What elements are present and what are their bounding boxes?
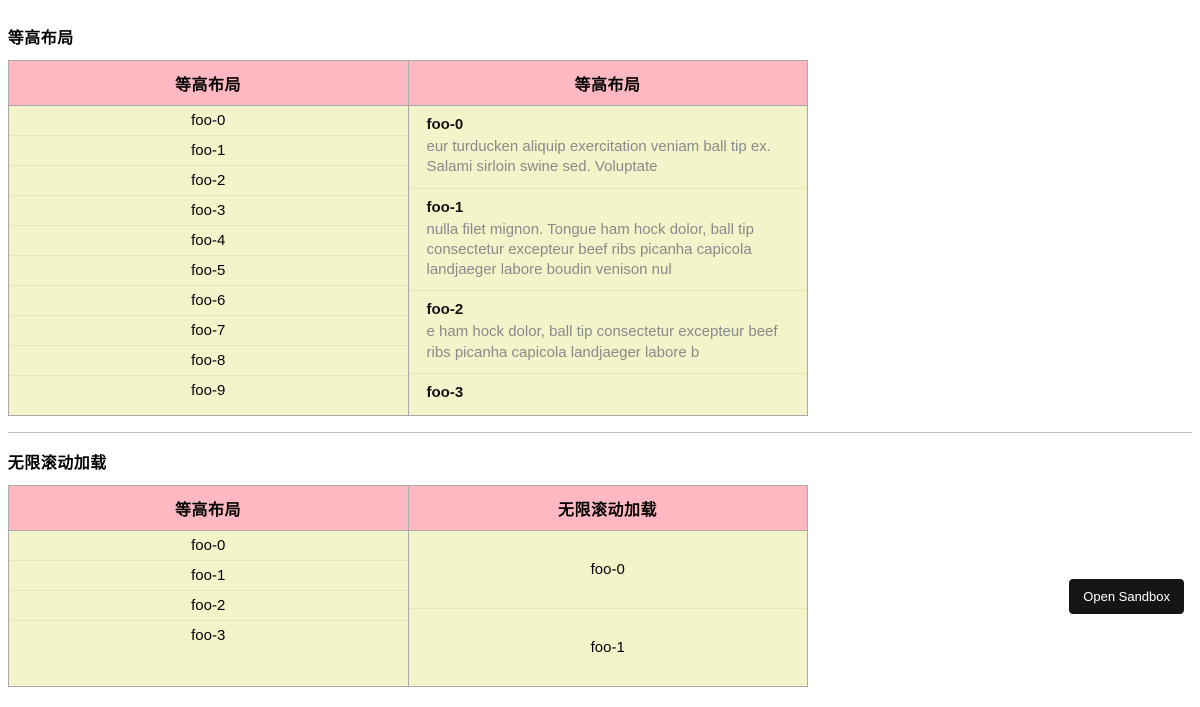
column-header-right: 无限滚动加载 (409, 486, 808, 531)
list-item[interactable]: foo-9 (9, 376, 408, 405)
left-column: 等高布局 foo-0foo-1foo-2foo-3foo-4foo-5foo-6… (9, 61, 408, 415)
list-item[interactable]: foo-8 (9, 346, 408, 376)
list-item[interactable]: foo-4 (9, 226, 408, 256)
list-item[interactable]: foo-5 (9, 256, 408, 286)
item-description: e ham hock dolor, ball tip consectetur e… (427, 322, 790, 363)
list-item[interactable]: foo-0 eur turducken aliquip exercitation … (409, 106, 808, 189)
right-column: 无限滚动加载 foo-0foo-1 (408, 486, 808, 686)
layout-table-2: 等高布局 foo-0foo-1foo-2foo-3 无限滚动加载 foo-0fo… (8, 485, 808, 687)
list-item[interactable]: foo-0 (9, 531, 408, 561)
list-item[interactable]: foo-1 (9, 136, 408, 166)
list-item[interactable]: foo-1 (409, 609, 808, 686)
list-item[interactable]: foo-3 (409, 374, 808, 415)
item-title: foo-2 (427, 301, 790, 318)
column-header-left: 等高布局 (9, 486, 408, 531)
list-item[interactable]: foo-2 (9, 591, 408, 621)
list-item[interactable]: foo-0 (9, 106, 408, 136)
layout-table-1: 等高布局 foo-0foo-1foo-2foo-3foo-4foo-5foo-6… (8, 60, 808, 416)
item-description: nulla filet mignon. Tongue ham hock dolo… (427, 220, 790, 281)
column-header-right: 等高布局 (409, 61, 808, 106)
list-item[interactable]: foo-3 (9, 621, 408, 650)
list-item[interactable]: foo-6 (9, 286, 408, 316)
item-title: foo-3 (427, 384, 790, 401)
item-description: eur turducken aliquip exercitation venia… (427, 137, 790, 178)
left-column-body[interactable]: foo-0foo-1foo-2foo-3foo-4foo-5foo-6foo-7… (9, 106, 408, 415)
section-heading: 无限滚动加载 (8, 449, 1192, 473)
item-title: foo-0 (427, 116, 790, 133)
list-item[interactable]: foo-2 e ham hock dolor, ball tip consecte… (409, 291, 808, 374)
column-header-left: 等高布局 (9, 61, 408, 106)
right-column-body[interactable]: foo-0foo-1 (409, 531, 808, 686)
open-sandbox-button[interactable]: Open Sandbox (1069, 579, 1184, 614)
list-item[interactable]: foo-3 (9, 196, 408, 226)
list-item[interactable]: foo-1 nulla filet mignon. Tongue ham hock… (409, 189, 808, 292)
divider (8, 432, 1192, 433)
left-column-body[interactable]: foo-0foo-1foo-2foo-3 (9, 531, 408, 686)
left-column: 等高布局 foo-0foo-1foo-2foo-3 (9, 486, 408, 686)
right-column: 等高布局 foo-0 eur turducken aliquip exercita… (408, 61, 808, 415)
item-title: foo-1 (427, 199, 790, 216)
list-item[interactable]: foo-2 (9, 166, 408, 196)
list-item[interactable]: foo-7 (9, 316, 408, 346)
list-item[interactable]: foo-1 (9, 561, 408, 591)
section-heading: 等高布局 (8, 24, 1192, 48)
right-column-body[interactable]: foo-0 eur turducken aliquip exercitation … (409, 106, 808, 415)
list-item[interactable]: foo-0 (409, 531, 808, 609)
